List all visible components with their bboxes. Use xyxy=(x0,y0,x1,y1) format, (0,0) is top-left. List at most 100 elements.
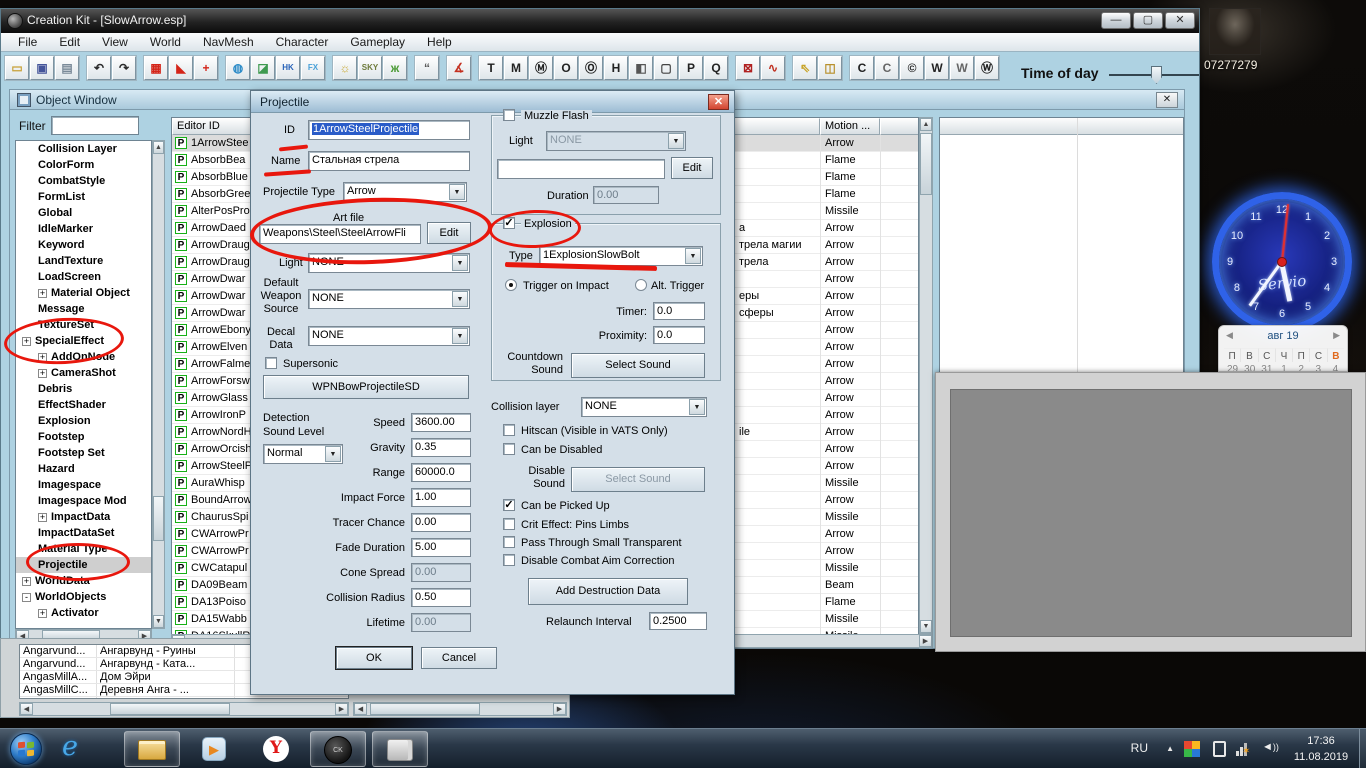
tree-item-camerashot[interactable]: +CameraShot xyxy=(16,365,151,381)
menu-navmesh[interactable]: NavMesh xyxy=(192,34,265,50)
menu-gameplay[interactable]: Gameplay xyxy=(339,34,416,50)
tracer-chance-field[interactable]: 0.00 xyxy=(411,513,471,532)
tree-toggle-icon[interactable]: + xyxy=(38,369,47,378)
chevron-down-icon[interactable]: ▼ xyxy=(452,255,468,271)
taskbar-app-media-player[interactable]: ▶ xyxy=(186,731,242,767)
snap-angle-icon[interactable]: ◣ xyxy=(169,56,193,80)
chevron-down-icon[interactable]: ▼ xyxy=(452,328,468,344)
title-bar[interactable]: Creation Kit - [SlowArrow.esp] — ▢ ✕ xyxy=(1,9,1199,33)
menu-file[interactable]: File xyxy=(7,34,48,50)
can-be-picked-up-checkbox[interactable]: ✓ xyxy=(503,499,515,511)
tree-item-message[interactable]: Message xyxy=(16,301,151,317)
scroll-right-icon[interactable]: ▶ xyxy=(919,635,932,647)
w-box-icon[interactable]: W xyxy=(925,56,949,80)
close-button[interactable]: ✕ xyxy=(1165,12,1195,29)
redo-icon[interactable]: ↷ xyxy=(112,56,136,80)
taskbar-app-windows-explorer[interactable] xyxy=(124,731,180,767)
light-icon[interactable]: ☼ xyxy=(333,56,357,80)
decal-data-dropdown[interactable]: NONE ▼ xyxy=(308,326,470,346)
light-dropdown[interactable]: NONE ▼ xyxy=(308,253,470,273)
chevron-down-icon[interactable]: ▼ xyxy=(452,291,468,307)
tree-item-material-type[interactable]: Material Type xyxy=(16,541,151,557)
picker-arrow-icon[interactable]: ⇖ xyxy=(793,56,817,80)
scroll-right-icon[interactable]: ▶ xyxy=(553,703,566,715)
copyright-icon[interactable]: © xyxy=(900,56,924,80)
minimize-button[interactable]: — xyxy=(1101,12,1131,29)
show-desktop-button[interactable] xyxy=(1359,729,1366,768)
calendar-date[interactable]: 30 xyxy=(1241,364,1258,372)
explosion-type-dropdown[interactable]: 1ExplosionSlowBolt ▼ xyxy=(539,246,703,266)
disable-combat-aim-checkbox[interactable] xyxy=(503,554,515,566)
add-destruction-data-button[interactable]: Add Destruction Data xyxy=(528,578,688,605)
trigger-on-impact-radio[interactable] xyxy=(505,279,517,291)
maximize-button[interactable]: ▢ xyxy=(1133,12,1163,29)
tree-item-imagespace[interactable]: Imagespace xyxy=(16,477,151,493)
scroll-up-icon[interactable]: ▲ xyxy=(920,118,932,131)
tree-item-footstep[interactable]: Footstep xyxy=(16,429,151,445)
cube-icon[interactable]: ◧ xyxy=(629,56,653,80)
scroll-right-icon[interactable]: ▶ xyxy=(335,703,348,715)
delete-box-icon[interactable]: ⊠ xyxy=(736,56,760,80)
supersonic-checkbox[interactable] xyxy=(265,357,277,369)
tree-item-landtexture[interactable]: LandTexture xyxy=(16,253,151,269)
alt-trigger-radio[interactable] xyxy=(635,279,647,291)
door-icon[interactable]: ◫ xyxy=(818,56,842,80)
render-window[interactable] xyxy=(935,372,1366,652)
art-file-field[interactable]: Weapons\Steel\SteelArrowFli xyxy=(259,224,421,244)
landscape-icon[interactable]: ◪ xyxy=(251,56,275,80)
tree-item-imagespace-mod[interactable]: Imagespace Mod xyxy=(16,493,151,509)
id-field[interactable]: 1ArrowSteelProjectile xyxy=(308,120,470,140)
proximity-field[interactable]: 0.0 xyxy=(653,326,705,344)
dialog-close-button[interactable]: ✕ xyxy=(708,94,729,110)
snap-grid-icon[interactable]: ▦ xyxy=(144,56,168,80)
column-header-motion[interactable]: Motion ... xyxy=(820,118,880,135)
muzzle-model-field[interactable] xyxy=(497,159,665,179)
calendar-next-icon[interactable]: ▶ xyxy=(1333,330,1340,341)
default-weapon-source-dropdown[interactable]: NONE ▼ xyxy=(308,289,470,309)
range-field[interactable]: 60000.0 xyxy=(411,463,471,482)
projectile-sound-button[interactable]: WPNBowProjectileSD xyxy=(263,375,469,399)
moveable-icon[interactable]: Ⓜ xyxy=(529,56,553,80)
secondary-hscrollbar[interactable]: ◀ ▶ xyxy=(353,702,567,716)
menu-world[interactable]: World xyxy=(139,34,192,50)
portals-icon[interactable]: P xyxy=(679,56,703,80)
muzzle-flash-checkbox[interactable] xyxy=(503,109,515,121)
dialog-titlebar[interactable]: Projectile ✕ xyxy=(251,91,734,113)
chevron-down-icon[interactable]: ▼ xyxy=(685,248,701,264)
chevron-down-icon[interactable]: ▼ xyxy=(689,399,705,415)
tree-item-keyword[interactable]: Keyword xyxy=(16,237,151,253)
occlusion-icon[interactable]: Ⓞ xyxy=(579,56,603,80)
tree-toggle-icon[interactable]: + xyxy=(38,513,47,522)
tree-item-material-object[interactable]: +Material Object xyxy=(16,285,151,301)
secondary-hscroll-thumb[interactable] xyxy=(370,703,480,715)
impact-force-field[interactable]: 1.00 xyxy=(411,488,471,507)
local-transform-icon[interactable]: + xyxy=(194,56,218,80)
c-cube-icon[interactable]: C xyxy=(875,56,899,80)
collision-radius-field[interactable]: 0.50 xyxy=(411,588,471,607)
object-window-close-button[interactable]: ✕ xyxy=(1156,92,1178,108)
clipboard-icon[interactable] xyxy=(1213,741,1226,757)
start-button[interactable] xyxy=(10,733,42,765)
tree-item-impactdataset[interactable]: ImpactDataSet xyxy=(16,525,151,541)
tray-expand-icon[interactable]: ▲ xyxy=(1166,744,1174,753)
calendar-date[interactable]: 31 xyxy=(1258,364,1275,372)
w-cube-icon[interactable]: W xyxy=(950,56,974,80)
render-viewport[interactable] xyxy=(950,389,1352,637)
menu-character[interactable]: Character xyxy=(265,34,340,50)
scroll-left-icon[interactable]: ◀ xyxy=(354,703,367,715)
cancel-button[interactable]: Cancel xyxy=(421,647,497,669)
antivirus-icon[interactable] xyxy=(1184,741,1200,757)
chevron-down-icon[interactable]: ▼ xyxy=(449,184,465,200)
calendar-widget[interactable]: ◀ авг 19 ▶ ПВСЧПСВ 2930311234 xyxy=(1218,325,1348,372)
tree-item-debris[interactable]: Debris xyxy=(16,381,151,397)
tree-toggle-icon[interactable]: - xyxy=(22,593,31,602)
scroll-up-icon[interactable]: ▲ xyxy=(153,141,164,154)
measure-icon[interactable]: ∡ xyxy=(447,56,471,80)
language-indicator[interactable]: RU xyxy=(1131,741,1148,755)
tree-item-formlist[interactable]: FormList xyxy=(16,189,151,205)
sky-icon[interactable]: SKY xyxy=(358,56,382,80)
can-be-disabled-checkbox[interactable] xyxy=(503,443,515,455)
c-box-icon[interactable]: C xyxy=(850,56,874,80)
tree-item-idlemarker[interactable]: IdleMarker xyxy=(16,221,151,237)
tree-toggle-icon[interactable]: + xyxy=(38,609,47,618)
